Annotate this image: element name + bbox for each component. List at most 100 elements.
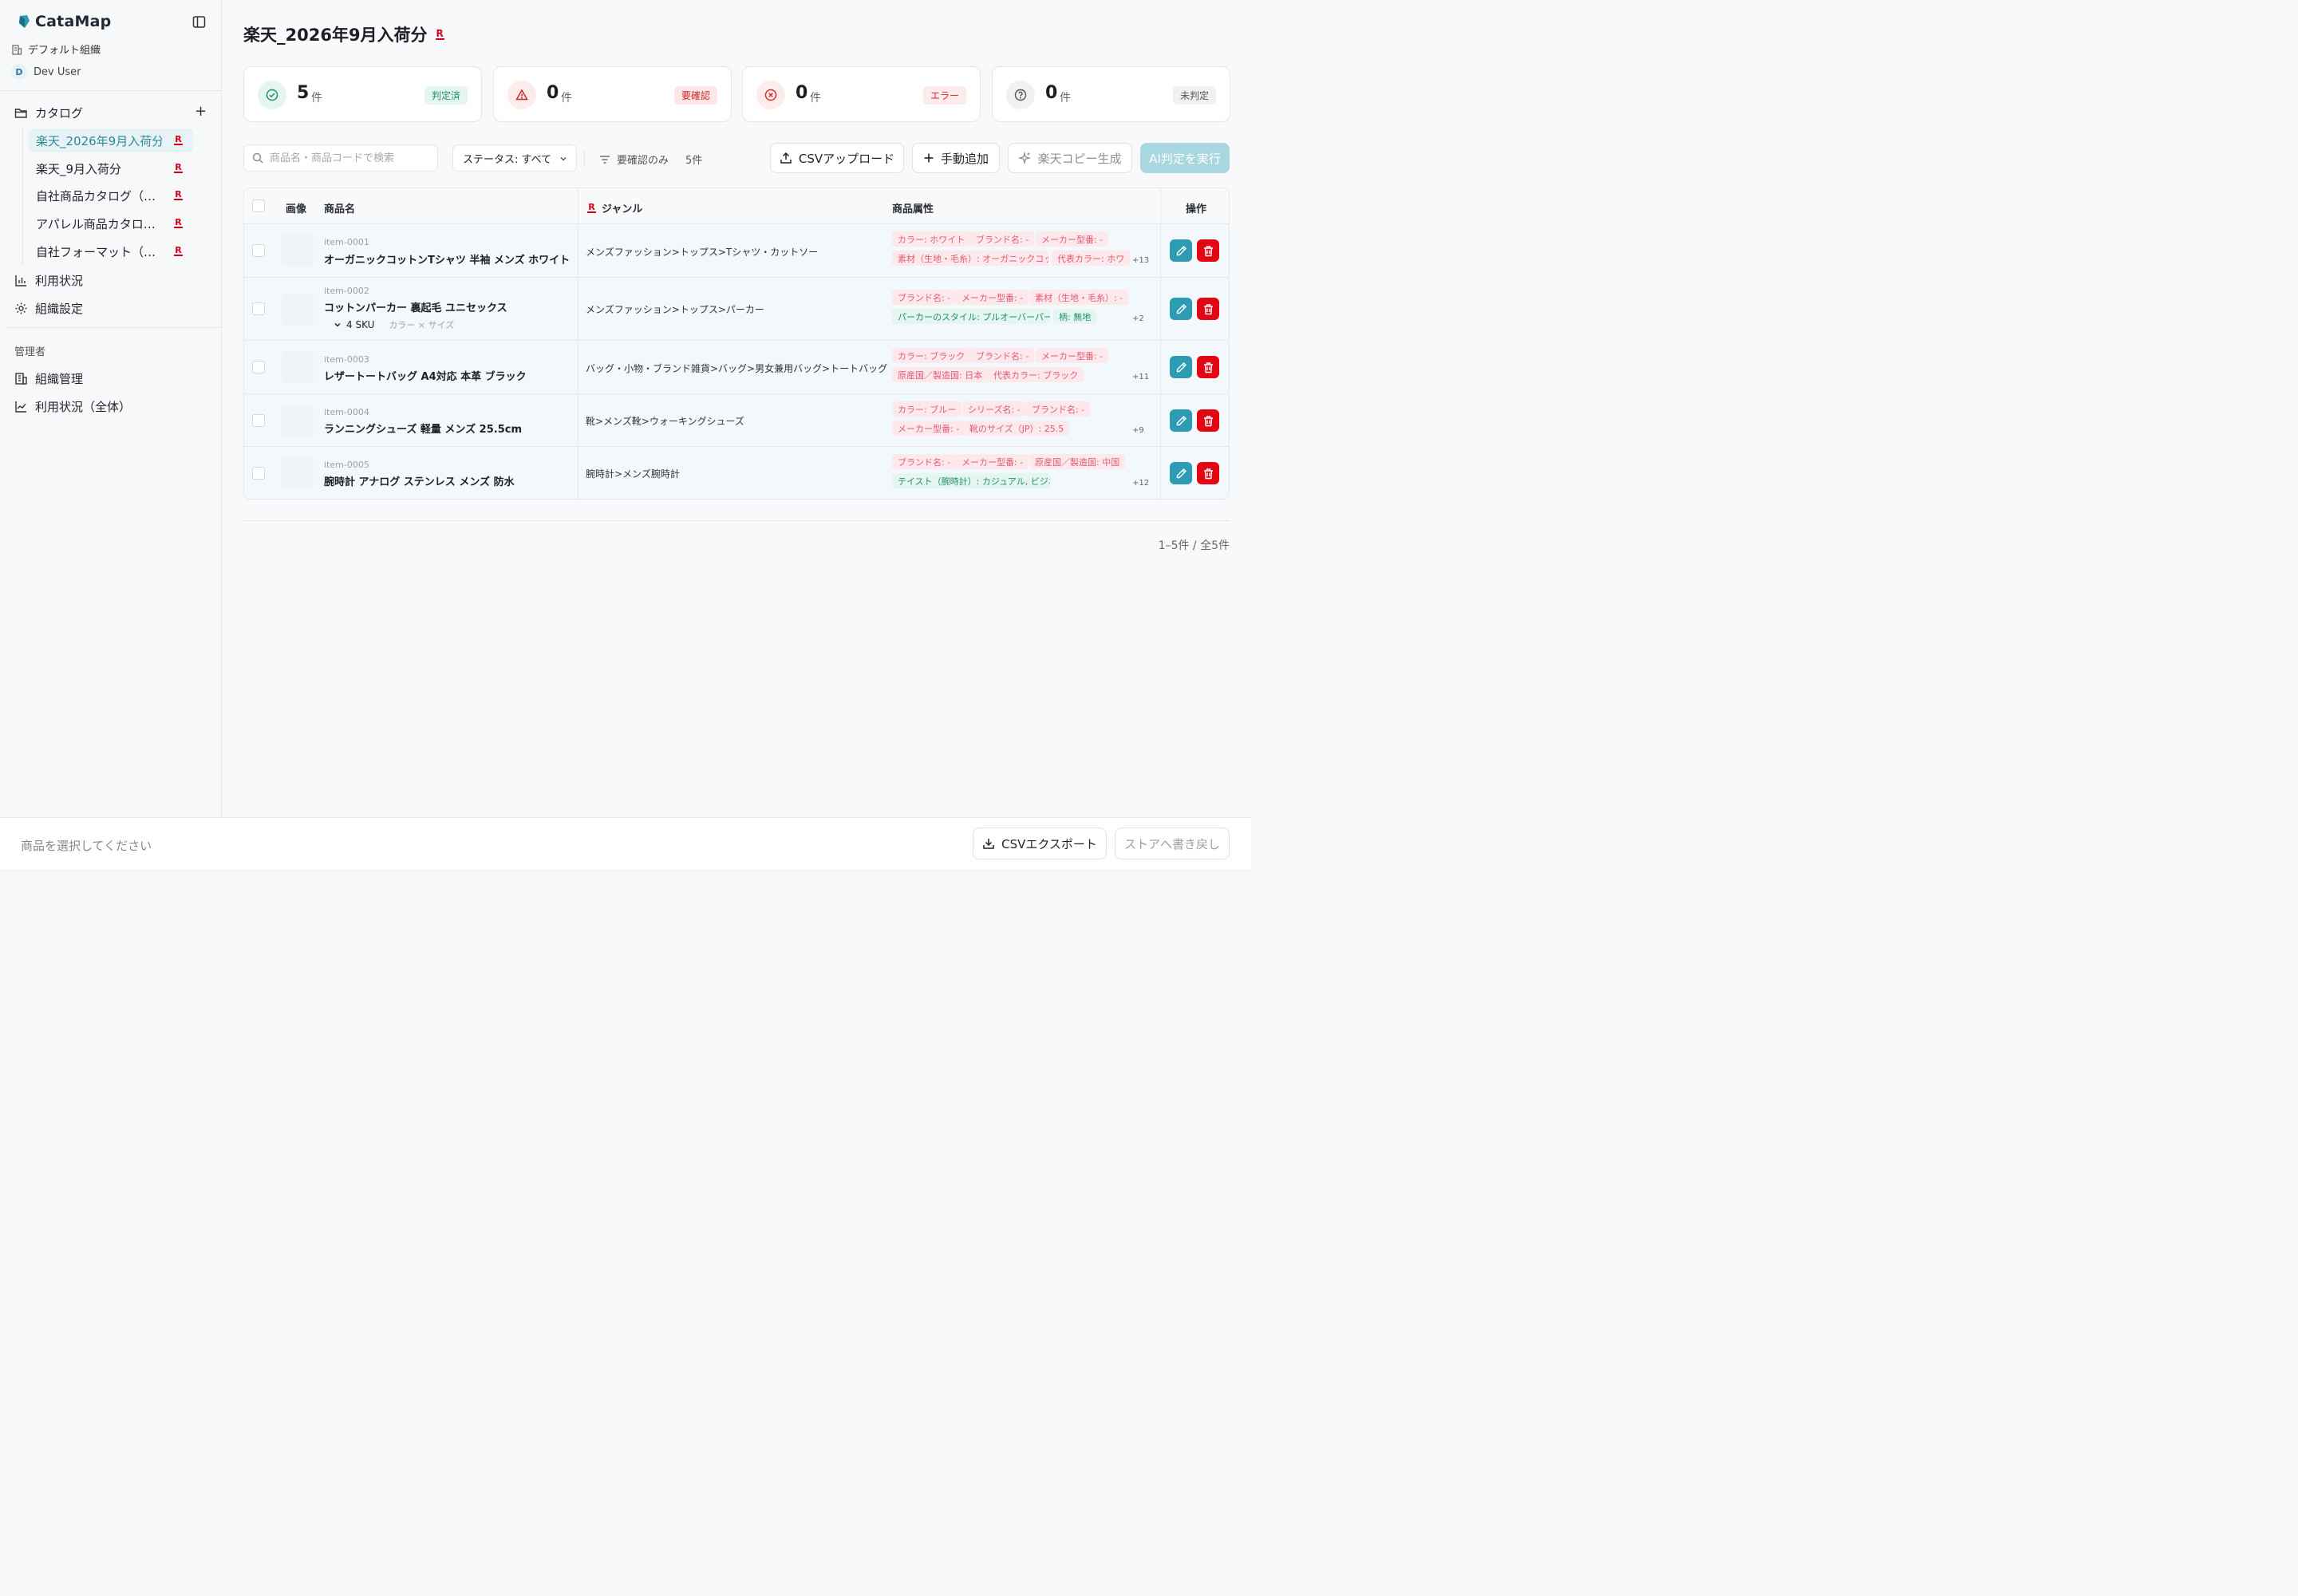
brand[interactable]: CataMap (18, 13, 111, 30)
product-name[interactable]: ランニングシューズ 軽量 メンズ 25.5cm (324, 421, 522, 436)
select-all-checkbox[interactable] (252, 200, 265, 212)
search-icon (252, 152, 263, 164)
edit-button[interactable] (1170, 462, 1192, 484)
product-genre: バッグ・小物・ブランド雑貨>バッグ>男女兼用バッグ>トートバッグ (586, 363, 888, 374)
ai-judge-button[interactable]: AI判定を実行 (1140, 143, 1230, 173)
status-badge: 判定済 (424, 86, 468, 105)
rakuten-icon: R (174, 216, 183, 228)
attribute-tag: 素材（生地・毛糸）: - (1029, 290, 1129, 305)
sidebar-item-usage[interactable]: 利用状況 (14, 272, 83, 289)
needs-review-only-toggle[interactable]: 要確認のみ (599, 152, 669, 167)
delete-button[interactable] (1197, 239, 1219, 262)
more-attributes-count[interactable]: +12 (1132, 479, 1149, 488)
header-attributes: 商品属性 (892, 203, 934, 215)
product-code: item-0004 (324, 407, 369, 417)
toolbar-divider (584, 150, 585, 166)
rakuten-icon: R (174, 188, 183, 200)
stat-value: 0 (547, 83, 559, 103)
product-name[interactable]: コットンパーカー 裏起毛 ユニセックス (324, 299, 507, 314)
stat-card-unjudged[interactable]: 0 件 未判定 (992, 66, 1230, 122)
csv-upload-button[interactable]: CSVアップロード (770, 143, 904, 173)
row-checkbox[interactable] (252, 467, 265, 480)
product-name[interactable]: レザートートバッグ A4対応 本革 ブラック (324, 368, 527, 383)
search-box[interactable] (243, 144, 438, 172)
header-genre: R ジャンル (587, 200, 642, 215)
product-name[interactable]: オーガニックコットンTシャツ 半袖 メンズ ホワイト (324, 251, 570, 267)
sku-toggle[interactable]: 4 SKU カラー × サイズ (334, 318, 454, 331)
user-menu[interactable]: D Dev User (11, 64, 81, 80)
catalog-item[interactable]: アパレル商品カタロ… R (29, 211, 193, 235)
delete-button[interactable] (1197, 356, 1219, 378)
attribute-tags: ブランド名: - メーカー型番: - 素材（生地・毛糸）: - パーカーのスタイ… (892, 290, 1147, 328)
catalog-item[interactable]: 楽天_9月入荷分 R (29, 156, 193, 180)
status-badge: 未判定 (1172, 86, 1216, 105)
status-filter-select[interactable]: ステータス: すべて (452, 144, 577, 172)
table-row[interactable]: item-0001 オーガニックコットンTシャツ 半袖 メンズ ホワイト メンズ… (244, 224, 1229, 278)
search-input[interactable] (270, 152, 421, 164)
edit-button[interactable] (1170, 409, 1192, 432)
table-row[interactable]: item-0002 コットンパーカー 裏起毛 ユニセックス 4 SKU カラー … (244, 278, 1229, 341)
org-switcher[interactable]: デフォルト組織 (11, 41, 101, 57)
trash-icon (1203, 468, 1213, 479)
catalog-item[interactable]: 自社フォーマット（… R (29, 239, 193, 263)
sidebar-item-usage-all[interactable]: 利用状況（全体） (14, 398, 131, 415)
store-writeback-button[interactable]: ストアへ書き戻し (1115, 828, 1230, 859)
pencil-icon (1176, 415, 1187, 425)
catalog-item-label: 自社商品カタログ（… (36, 188, 156, 203)
sku-variant-axes: カラー × サイズ (389, 320, 455, 330)
attribute-tags: カラー: ホワイト ブランド名: - メーカー型番: - 素材（生地・毛糸）: … (892, 231, 1147, 270)
attribute-tag: ブランド名: - (1026, 401, 1091, 417)
stat-card-error[interactable]: 0 件 エラー (742, 66, 981, 122)
manual-add-button[interactable]: 手動追加 (912, 143, 1000, 173)
attribute-tag: 靴のサイズ（JP）: 25.5 (964, 421, 1070, 436)
catalog-item[interactable]: 楽天_2026年9月入荷分 R (29, 128, 193, 152)
catalog-item[interactable]: 自社商品カタログ（… R (29, 184, 193, 207)
sidebar-item-org-manage[interactable]: 組織管理 (14, 370, 83, 387)
attribute-tag: ブランド名: - (970, 348, 1035, 363)
pencil-icon (1176, 468, 1187, 478)
sparkles-icon (1018, 152, 1032, 164)
csv-export-label: CSVエクスポート (1001, 836, 1097, 851)
table-row[interactable]: item-0005 腕時計 アナログ ステンレス メンズ 防水 腕時計>メンズ腕… (244, 447, 1229, 499)
page-title: 楽天_2026年9月入荷分 R (243, 22, 444, 46)
row-checkbox[interactable] (252, 302, 265, 315)
avatar: D (11, 64, 27, 80)
product-name[interactable]: 腕時計 アナログ ステンレス メンズ 防水 (324, 473, 515, 488)
attribute-tag: 原産国／製造国: 日本 (892, 367, 989, 382)
table-row[interactable]: item-0003 レザートートバッグ A4対応 本革 ブラック バッグ・小物・… (244, 341, 1229, 394)
attribute-tag: メーカー型番: - (892, 421, 965, 436)
catalog-item-label: 楽天_2026年9月入荷分 (36, 133, 162, 148)
rakuten-copy-button[interactable]: 楽天コピー生成 (1008, 143, 1132, 173)
more-attributes-count[interactable]: +2 (1132, 314, 1144, 323)
sidebar-item-org-settings[interactable]: 組織設定 (14, 300, 83, 317)
stat-value: 0 (796, 83, 808, 103)
delete-button[interactable] (1197, 462, 1219, 484)
question-circle-icon (1006, 81, 1035, 109)
more-attributes-count[interactable]: +11 (1132, 373, 1149, 381)
table-row[interactable]: item-0004 ランニングシューズ 軽量 メンズ 25.5cm 靴>メンズ靴… (244, 394, 1229, 447)
stat-card-needs-review[interactable]: 0 件 要確認 (493, 66, 732, 122)
row-checkbox[interactable] (252, 361, 265, 373)
edit-button[interactable] (1170, 298, 1192, 320)
tree-line (22, 128, 23, 265)
row-checkbox[interactable] (252, 244, 265, 257)
more-attributes-count[interactable]: +13 (1132, 256, 1149, 265)
csv-export-button[interactable]: CSVエクスポート (973, 828, 1107, 859)
header-image: 画像 (286, 203, 307, 215)
sidebar-toggle-icon[interactable] (192, 15, 206, 29)
needs-review-only-label: 要確認のみ (617, 155, 669, 167)
edit-button[interactable] (1170, 239, 1192, 262)
add-catalog-button[interactable]: + (195, 105, 207, 119)
manual-add-label: 手動追加 (940, 151, 989, 166)
sidebar-item-catalog[interactable]: カタログ (14, 105, 83, 121)
delete-button[interactable] (1197, 409, 1219, 432)
product-thumbnail (282, 457, 314, 489)
edit-button[interactable] (1170, 356, 1192, 378)
more-attributes-count[interactable]: +9 (1132, 426, 1144, 435)
attribute-tag: カラー: ブラック (892, 348, 971, 363)
admin-section-label: 管理者 (14, 346, 46, 358)
delete-button[interactable] (1197, 298, 1219, 320)
row-checkbox[interactable] (252, 414, 265, 427)
product-genre: 腕時計>メンズ腕時計 (586, 468, 680, 480)
stat-card-judged[interactable]: 5 件 判定済 (243, 66, 482, 122)
